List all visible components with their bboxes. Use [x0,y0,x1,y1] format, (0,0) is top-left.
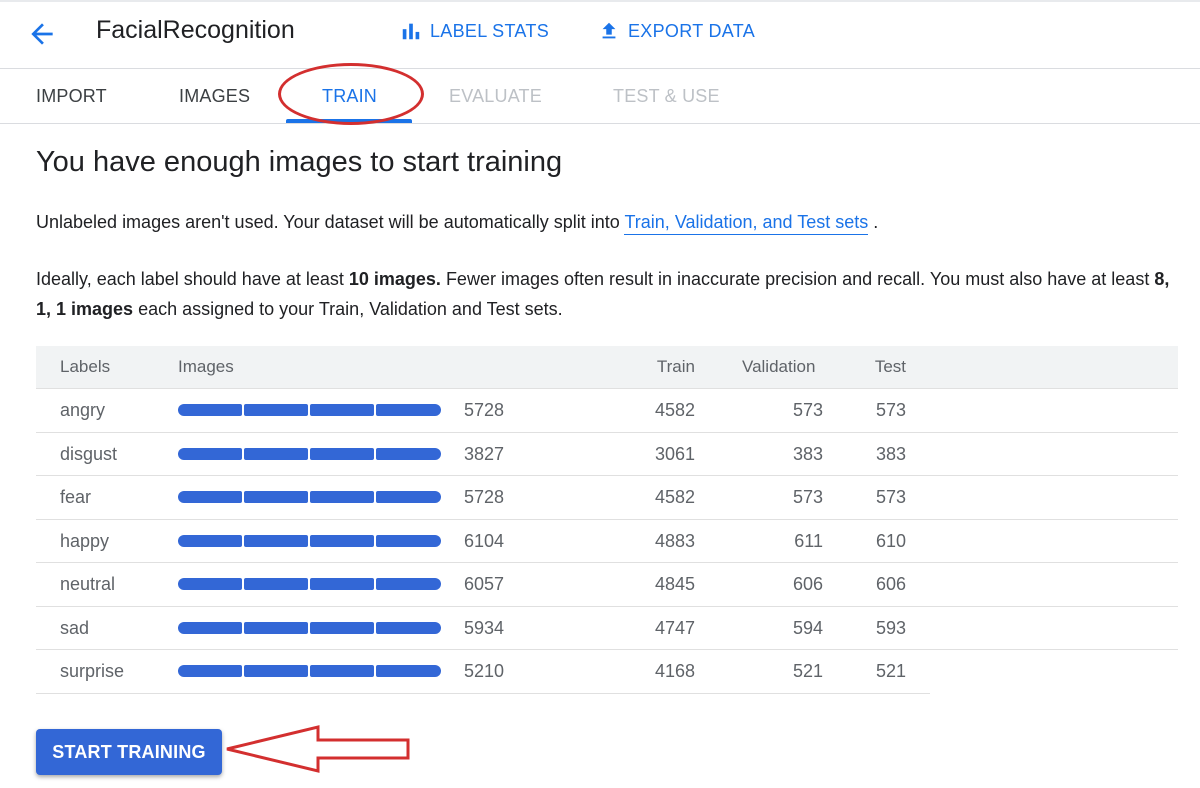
export-data-label: EXPORT DATA [628,20,755,41]
image-count-bar [178,447,445,460]
image-count-bar [178,404,445,416]
row-image-count: 5934 [464,617,505,638]
table-row: sad 5934 4747 594 593 [36,607,1178,650]
table-row: disgust 3827 3061 383 383 [36,433,1178,476]
active-tab-indicator [286,119,412,123]
back-arrow-icon[interactable] [26,18,58,50]
row-image-count: 3827 [464,443,505,464]
label-stats-label: LABEL STATS [430,20,550,41]
tab-test-and-use: TEST & USE [613,86,720,106]
annotation-arrow [226,725,410,773]
tab-bar: IMPORT IMAGES TRAIN EVALUATE TEST & USE [0,69,1200,124]
table-header: Labels Images Train Validation Test [36,346,1178,389]
table-row: angry 5728 4582 573 573 [36,389,1178,433]
image-count-bar [178,621,445,634]
requirements-part-1: Ideally, each label should have at least [36,269,349,289]
split-info-text: Unlabeled images aren't used. Your datas… [36,212,879,235]
row-test: 593 [875,617,906,638]
table-row: neutral 6057 4845 606 606 [36,563,1178,607]
header-train: Train [656,357,695,376]
row-test: 521 [875,661,906,681]
row-validation: 521 [792,661,823,681]
row-test: 573 [875,487,906,507]
tab-evaluate: EVALUATE [449,86,542,106]
row-validation: 573 [792,400,823,420]
row-validation: 383 [792,443,823,464]
bar-chart-icon [402,23,420,40]
row-validation: 606 [792,574,823,594]
row-train: 3061 [654,443,695,464]
row-label: surprise [60,661,125,681]
label-stats-button[interactable]: LABEL STATS [400,20,549,42]
image-count-bar [178,534,445,547]
row-label: angry [60,400,106,420]
row-image-count: 5728 [464,400,505,420]
table-row: surprise 5210 4168 521 521 [36,650,930,694]
row-train: 4582 [654,487,695,507]
start-training-button[interactable]: START TRAINING [36,729,222,775]
image-count-bar [178,665,445,677]
tab-images[interactable]: IMAGES [179,69,250,123]
requirements-text: Ideally, each label should have at least… [36,264,1186,324]
label-table: angry 5728 4582 573 573 disgust 3827 306… [36,389,1178,694]
row-label: happy [60,530,110,551]
row-test: 383 [875,443,906,464]
row-validation: 573 [792,487,823,507]
row-train: 4168 [654,661,695,681]
export-data-button[interactable]: EXPORT DATA [598,20,755,42]
row-validation: 594 [792,617,823,638]
requirements-part-3: each assigned to your Train, Validation … [133,299,563,319]
tab-import[interactable]: IMPORT [36,69,107,123]
row-validation: 611 [794,530,823,551]
requirements-part-2: Fewer images often result in inaccurate … [440,269,1155,289]
table-row: happy 6104 4883 611 610 [36,520,1178,563]
requirements-bold-1: 10 images. [348,269,441,289]
row-test: 606 [875,574,906,594]
row-train: 4845 [654,574,695,594]
page-heading: You have enough images to start training [36,146,563,178]
row-image-count: 5210 [464,661,505,681]
row-test: 610 [875,530,906,551]
row-train: 4582 [654,400,695,420]
image-count-bar [178,578,445,590]
row-train: 4747 [654,617,695,638]
row-label: fear [60,487,92,507]
row-label: sad [60,617,90,638]
header-labels: Labels [60,357,111,376]
app-header: FacialRecognition LABEL STATS EXPORT DAT… [0,2,1200,69]
header-validation: Validation [742,357,816,376]
app-title: FacialRecognition [96,16,295,44]
row-image-count: 6104 [464,530,505,551]
tab-train[interactable]: TRAIN [322,69,377,123]
split-info-sentence: Unlabeled images aren't used. Your datas… [36,212,625,232]
table-row: fear 5728 4582 573 573 [36,476,1178,520]
header-test: Test [874,357,906,376]
row-train: 4883 [654,530,695,551]
row-image-count: 6057 [464,574,505,594]
split-info-end: . [868,212,879,232]
row-label: neutral [60,574,116,594]
row-label: disgust [60,443,118,464]
upload-icon [602,22,616,39]
image-count-bar [178,491,445,503]
row-test: 573 [875,400,906,420]
split-sets-link[interactable]: Train, Validation, and Test sets [624,212,869,235]
header-images: Images [178,357,234,376]
row-image-count: 5728 [464,487,505,507]
